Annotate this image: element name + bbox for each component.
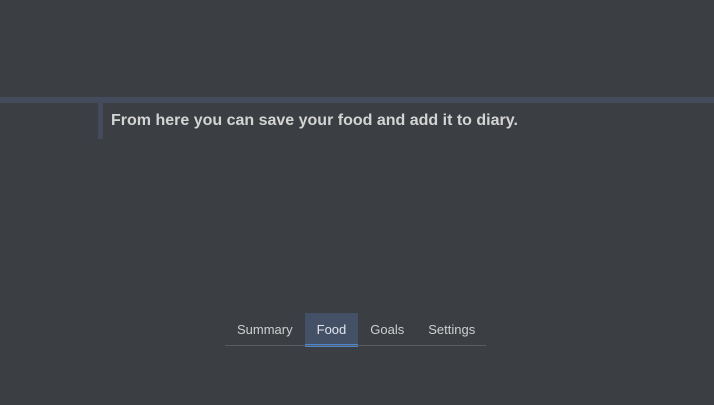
info-callout: From here you can save your food and add…: [98, 103, 714, 139]
bottom-tab-bar: Summary Food Goals Settings: [225, 313, 487, 347]
tab-food[interactable]: Food: [304, 313, 359, 347]
tab-bar-underline: [225, 345, 486, 346]
tab-summary[interactable]: Summary: [225, 313, 305, 346]
tab-settings[interactable]: Settings: [416, 313, 487, 346]
tab-summary-label: Summary: [237, 322, 293, 337]
tab-settings-label: Settings: [428, 322, 476, 337]
tab-goals[interactable]: Goals: [358, 313, 416, 346]
callout-text: From here you can save your food and add…: [111, 112, 518, 129]
tab-goals-label: Goals: [370, 322, 405, 337]
callout-accent-bar: [98, 103, 103, 139]
tab-food-label: Food: [316, 322, 347, 337]
